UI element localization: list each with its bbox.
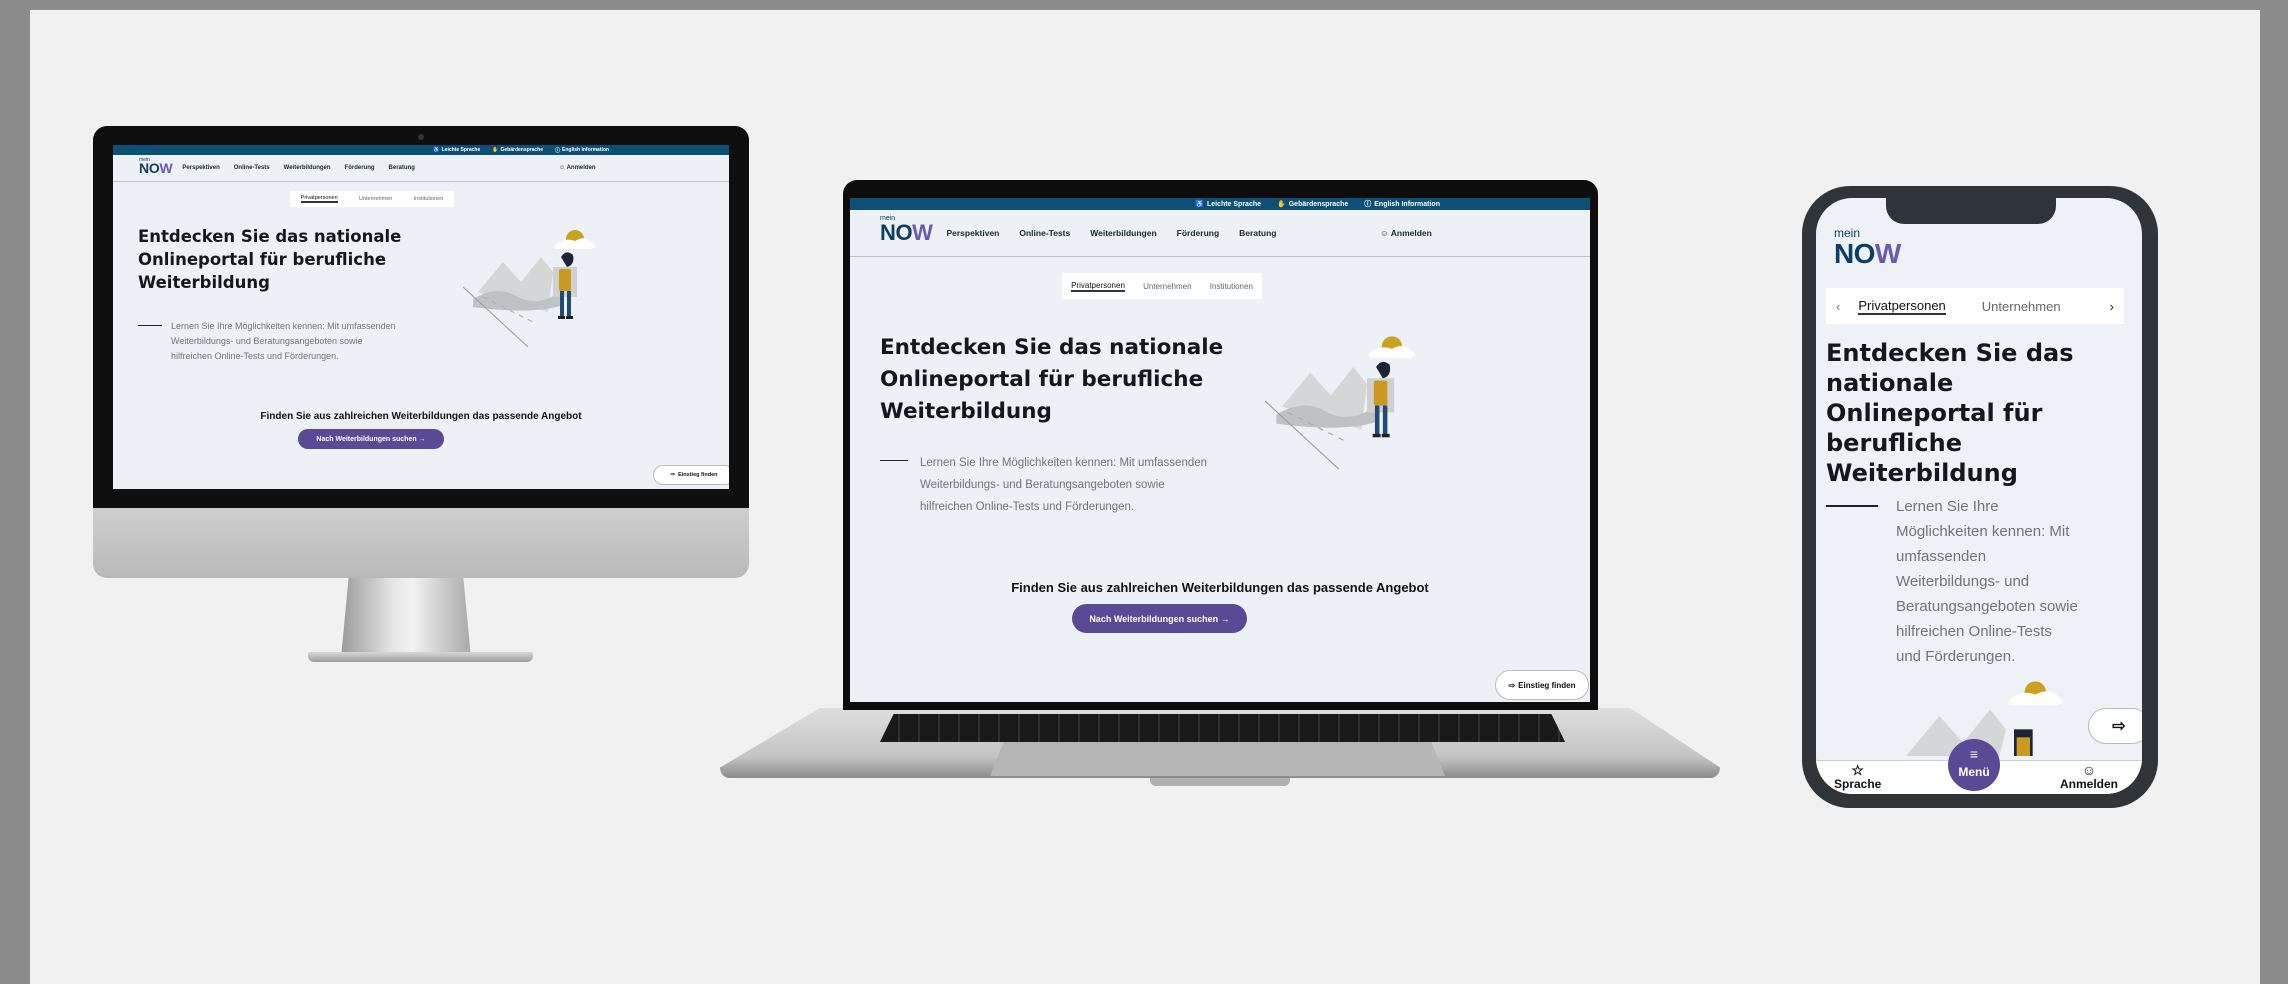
mockup-stage: ♿ Leichte Sprache ✋ Gebärdensprache ⓘ Engli…	[30, 10, 2260, 984]
laptop-nav-beratung[interactable]: Beratung	[1239, 228, 1276, 238]
phone-tab-unternehmen[interactable]: Unternehmen	[1982, 299, 2061, 314]
hamburger-icon: ≡	[1969, 746, 1979, 762]
imac-nav-perspektiven[interactable]: Perspektiven	[182, 165, 219, 171]
laptop-tab-privatpersonen[interactable]: Privatpersonen	[1071, 281, 1125, 292]
imac-tab-privatpersonen[interactable]: Privatpersonen	[300, 195, 338, 203]
chevron-left-icon[interactable]: ‹	[1836, 299, 1840, 314]
laptop-sign-language-link[interactable]: ✋ Gebärdensprache	[1277, 200, 1348, 209]
laptop-nav-weiterbildungen[interactable]: Weiterbildungen	[1090, 228, 1156, 238]
imac-chin	[93, 506, 749, 578]
imac-camera	[418, 134, 424, 140]
phone-headline: Entdecken Sie das nationale Onlineportal…	[1826, 339, 2074, 487]
user-icon: ☺	[559, 165, 566, 171]
imac-lead: Lernen Sie Ihre Möglichkeiten kennen: Mi…	[171, 321, 396, 361]
laptop-tab-institutionen[interactable]: Institutionen	[1210, 282, 1253, 291]
laptop-cta-text: Finden Sie aus zahlreichen Weiterbildung…	[1011, 580, 1429, 595]
laptop-lead: Lernen Sie Ihre Möglichkeiten kennen: Mi…	[920, 457, 1208, 513]
imac-mockup: ♿ Leichte Sprache ✋ Gebärdensprache ⓘ Engli…	[93, 126, 749, 686]
phone-notch	[1886, 198, 2056, 224]
laptop-headline: Entdecken Sie das nationale Onlineportal…	[880, 335, 1224, 424]
imac-nav: mein NOW Perspektiven Online-Tests Weiter…	[113, 155, 729, 182]
imac-search-button[interactable]: Nach Weiterbildungen suchen →	[298, 429, 444, 449]
phone-tab-privatpersonen[interactable]: Privatpersonen	[1858, 298, 1946, 315]
person-icon: ♿	[433, 147, 440, 153]
imac-english-link[interactable]: ⓘ English Information	[555, 147, 609, 154]
laptop-tab-unternehmen[interactable]: Unternehmen	[1143, 282, 1191, 291]
phone-mockup: mein NOW ‹ Privatpersonen Unternehmen › E…	[1802, 186, 2160, 810]
phone-bottom-nav: ☆ Sprache ≡ Menü ☺ Anmelden	[1816, 739, 2142, 794]
imac-einstieg-button[interactable]: ⇨ Einstieg finden	[653, 465, 729, 485]
laptop-search-button[interactable]: Nach Weiterbildungen suchen →	[1072, 604, 1247, 633]
phone-logo[interactable]: mein NOW	[1834, 226, 1901, 270]
phone-einstieg-button[interactable]: ⇨	[2088, 708, 2142, 744]
laptop-einstieg-button[interactable]: ⇨ Einstieg finden	[1495, 670, 1589, 700]
laptop-nav-perspektiven[interactable]: Perspektiven	[946, 228, 999, 238]
imac-easy-language-link[interactable]: ♿ Leichte Sprache	[433, 147, 480, 153]
imac-nav-weiterbildungen[interactable]: Weiterbildungen	[284, 165, 331, 171]
hand-icon: ✋	[1277, 201, 1286, 208]
laptop-lead-line	[880, 460, 908, 461]
imac-nav-online-tests[interactable]: Online-Tests	[234, 165, 270, 171]
star-icon: ☆	[1851, 762, 1864, 778]
imac-headline: Entdecken Sie das nationale Onlineportal…	[138, 227, 402, 292]
imac-nav-foerderung[interactable]: Förderung	[345, 165, 375, 171]
signpost-icon: ⇨	[1508, 680, 1516, 690]
phone-screen: mein NOW ‹ Privatpersonen Unternehmen › E…	[1816, 198, 2142, 794]
signpost-icon: ⇨	[670, 472, 676, 478]
phone-login-button[interactable]: ☺ Anmelden	[2060, 763, 2118, 791]
hand-icon: ✋	[492, 147, 499, 153]
imac-lead-line	[138, 325, 162, 326]
imac-topbar: ♿ Leichte Sprache ✋ Gebärdensprache ⓘ Engli…	[113, 145, 729, 155]
imac-nav-beratung[interactable]: Beratung	[389, 165, 415, 171]
imac-audience-tabs: Privatpersonen Unternehmen Institutionen	[290, 191, 454, 207]
laptop-mockup: ♿ Leichte Sprache ✋ Gebärdensprache ⓘ Engli…	[720, 180, 1750, 810]
imac-sign-language-link[interactable]: ✋ Gebärdensprache	[492, 147, 543, 153]
laptop-screen: ♿ Leichte Sprache ✋ Gebärdensprache ⓘ Engli…	[850, 198, 1590, 702]
chevron-right-icon[interactable]: ›	[2110, 299, 2114, 314]
imac-cta-text: Finden Sie aus zahlreichen Weiterbildung…	[260, 411, 582, 422]
laptop-audience-tabs: Privatpersonen Unternehmen Institutionen	[1062, 273, 1262, 299]
laptop-topbar: ♿ Leichte Sprache ✋ Gebärdensprache ⓘ Engli…	[850, 198, 1590, 210]
laptop-notch	[1150, 778, 1290, 786]
imac-screen: ♿ Leichte Sprache ✋ Gebärdensprache ⓘ Engli…	[113, 145, 729, 489]
imac-login[interactable]: ☺ Anmelden	[559, 165, 596, 171]
user-icon: ☺	[1380, 228, 1389, 238]
laptop-hero-illustration	[1265, 336, 1416, 470]
imac-foot	[308, 652, 533, 662]
person-icon: ♿	[1195, 201, 1204, 208]
phone-language-button[interactable]: ☆ Sprache	[1834, 763, 1881, 791]
imac-stand	[341, 576, 471, 658]
phone-lead: Lernen Sie Ihre Möglichkeiten kennen: Mi…	[1896, 498, 2078, 665]
imac-tab-unternehmen[interactable]: Unternehmen	[359, 196, 392, 202]
imac-logo[interactable]: mein NOW	[139, 157, 173, 176]
info-icon: ⓘ	[555, 147, 561, 154]
phone-audience-tabs: ‹ Privatpersonen Unternehmen ›	[1826, 288, 2124, 324]
laptop-trackpad	[990, 742, 1445, 776]
phone-menu-button[interactable]: ≡ Menü	[1948, 739, 2000, 791]
imac-tab-institutionen[interactable]: Institutionen	[414, 196, 444, 202]
imac-hero-illustration	[463, 230, 596, 348]
laptop-english-link[interactable]: ⓘ English Information	[1364, 199, 1440, 209]
laptop-easy-language-link[interactable]: ♿ Leichte Sprache	[1195, 200, 1261, 209]
laptop-nav-online-tests[interactable]: Online-Tests	[1019, 228, 1070, 238]
laptop-nav: mein NOW Perspektiven Online-Tests Weiter…	[850, 210, 1590, 257]
user-circle-icon: ☺	[2081, 762, 2097, 778]
laptop-logo[interactable]: mein NOW	[880, 215, 933, 246]
info-icon: ⓘ	[1364, 201, 1372, 208]
laptop-login[interactable]: ☺ Anmelden	[1380, 228, 1432, 238]
laptop-keyboard	[880, 714, 1565, 742]
signpost-icon: ⇨	[2112, 718, 2126, 735]
phone-lead-line	[1826, 505, 1878, 507]
laptop-nav-foerderung[interactable]: Förderung	[1177, 228, 1220, 238]
